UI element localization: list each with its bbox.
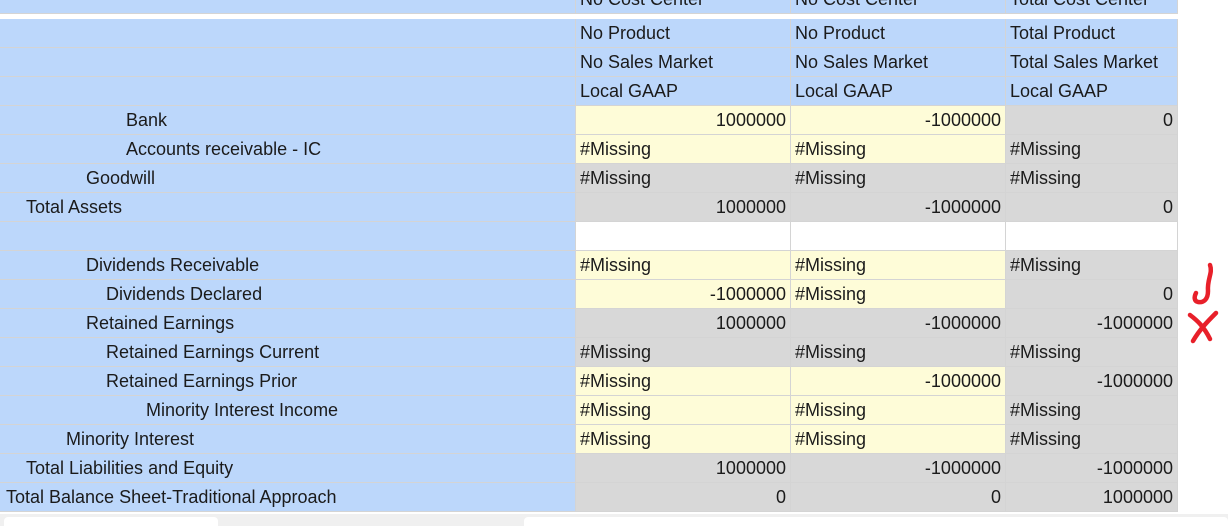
- table-row: Minority Interest Income #Missing #Missi…: [0, 396, 1228, 425]
- value-cell[interactable]: #Missing: [791, 280, 1006, 309]
- value-cell[interactable]: #Missing: [576, 367, 791, 396]
- value-cell[interactable]: 0: [1006, 193, 1178, 222]
- value-cell[interactable]: -1000000: [791, 309, 1006, 338]
- value-cell[interactable]: -1000000: [1006, 367, 1178, 396]
- table-row-empty: [0, 222, 1228, 251]
- header-cell[interactable]: No Sales Market: [791, 48, 1006, 77]
- header-label-cell[interactable]: [0, 77, 576, 106]
- header-cell[interactable]: Total Product: [1006, 19, 1178, 48]
- header-row-sales-market: No Sales Market No Sales Market Total Sa…: [0, 48, 1228, 77]
- header-cell[interactable]: Total Cost Center: [1006, 0, 1178, 14]
- value-cell[interactable]: #Missing: [1006, 251, 1178, 280]
- row-label-retained-earnings-prior[interactable]: Retained Earnings Prior: [0, 367, 576, 396]
- table-row: Total Balance Sheet-Traditional Approach…: [0, 483, 1228, 512]
- row-label-total-balance-sheet[interactable]: Total Balance Sheet-Traditional Approach: [0, 483, 576, 512]
- header-row-gaap: Local GAAP Local GAAP Local GAAP: [0, 77, 1228, 106]
- value-cell[interactable]: -1000000: [1006, 454, 1178, 483]
- value-cell[interactable]: #Missing: [1006, 164, 1178, 193]
- value-cell[interactable]: -1000000: [1006, 309, 1178, 338]
- value-cell[interactable]: #Missing: [791, 164, 1006, 193]
- value-cell[interactable]: 0: [1006, 106, 1178, 135]
- table-row: Total Liabilities and Equity 1000000 -10…: [0, 454, 1228, 483]
- table-row: Accounts receivable - IC #Missing #Missi…: [0, 135, 1228, 164]
- value-cell[interactable]: #Missing: [576, 396, 791, 425]
- row-label-dividends-declared[interactable]: Dividends Declared: [0, 280, 576, 309]
- table-row: Retained Earnings Current #Missing #Miss…: [0, 338, 1228, 367]
- value-cell[interactable]: -1000000: [791, 454, 1006, 483]
- value-cell[interactable]: #Missing: [576, 425, 791, 454]
- row-label-goodwill[interactable]: Goodwill: [0, 164, 576, 193]
- sheet-tab[interactable]: [4, 517, 218, 526]
- cross-icon: [1187, 310, 1219, 344]
- value-cell[interactable]: -1000000: [791, 106, 1006, 135]
- value-cell[interactable]: 1000000: [576, 454, 791, 483]
- table-row: Dividends Declared -1000000 #Missing 0: [0, 280, 1228, 309]
- value-cell[interactable]: #Missing: [1006, 338, 1178, 367]
- header-label-cell[interactable]: [0, 0, 576, 14]
- row-label-total-assets[interactable]: Total Assets: [0, 193, 576, 222]
- value-cell[interactable]: 0: [576, 483, 791, 512]
- header-cell[interactable]: No Product: [791, 19, 1006, 48]
- value-cell[interactable]: -1000000: [791, 193, 1006, 222]
- header-cell[interactable]: No Product: [576, 19, 791, 48]
- header-cell[interactable]: Local GAAP: [576, 77, 791, 106]
- header-label-cell[interactable]: [0, 48, 576, 77]
- table-row: Total Assets 1000000 -1000000 0: [0, 193, 1228, 222]
- row-label-retained-earnings-current[interactable]: Retained Earnings Current: [0, 338, 576, 367]
- table-row: Dividends Receivable #Missing #Missing #…: [0, 251, 1228, 280]
- table-row: Goodwill #Missing #Missing #Missing: [0, 164, 1228, 193]
- annotation-marks: [1187, 262, 1219, 344]
- row-label-bank[interactable]: Bank: [0, 106, 576, 135]
- header-cell[interactable]: No Sales Market: [576, 48, 791, 77]
- row-label-retained-earnings[interactable]: Retained Earnings: [0, 309, 576, 338]
- value-cell[interactable]: #Missing: [576, 251, 791, 280]
- value-cell[interactable]: -1000000: [791, 367, 1006, 396]
- value-cell[interactable]: [791, 222, 1006, 251]
- row-label-total-liabilities-and-equity[interactable]: Total Liabilities and Equity: [0, 454, 576, 483]
- value-cell[interactable]: #Missing: [791, 425, 1006, 454]
- value-cell[interactable]: #Missing: [576, 338, 791, 367]
- table-row: Bank 1000000 -1000000 0: [0, 106, 1228, 135]
- table-row: Retained Earnings Prior #Missing -100000…: [0, 367, 1228, 396]
- row-label-accounts-receivable-ic[interactable]: Accounts receivable - IC: [0, 135, 576, 164]
- value-cell[interactable]: -1000000: [576, 280, 791, 309]
- checkmark-icon: [1192, 262, 1214, 305]
- value-cell[interactable]: #Missing: [791, 135, 1006, 164]
- header-cell[interactable]: Total Sales Market: [1006, 48, 1178, 77]
- value-cell[interactable]: #Missing: [1006, 135, 1178, 164]
- header-row-cost-center: No Cost Center No Cost Center Total Cost…: [0, 0, 1228, 14]
- value-cell[interactable]: [1006, 222, 1178, 251]
- header-label-cell[interactable]: [0, 19, 576, 48]
- header-cell[interactable]: Local GAAP: [1006, 77, 1178, 106]
- header-cell[interactable]: No Cost Center: [791, 0, 1006, 14]
- row-label-empty[interactable]: [0, 222, 576, 251]
- row-label-dividends-receivable[interactable]: Dividends Receivable: [0, 251, 576, 280]
- table-row: Retained Earnings 1000000 -1000000 -1000…: [0, 309, 1228, 338]
- value-cell[interactable]: 1000000: [1006, 483, 1178, 512]
- value-cell[interactable]: 1000000: [576, 106, 791, 135]
- value-cell[interactable]: #Missing: [791, 251, 1006, 280]
- row-label-minority-interest-income[interactable]: Minority Interest Income: [0, 396, 576, 425]
- sheet-tab-bar: [0, 514, 1228, 526]
- value-cell[interactable]: 1000000: [576, 309, 791, 338]
- value-cell[interactable]: #Missing: [791, 396, 1006, 425]
- value-cell[interactable]: 0: [1006, 280, 1178, 309]
- table-row: Minority Interest #Missing #Missing #Mis…: [0, 425, 1228, 454]
- header-cell[interactable]: No Cost Center: [576, 0, 791, 14]
- value-cell[interactable]: 0: [791, 483, 1006, 512]
- value-cell[interactable]: #Missing: [576, 135, 791, 164]
- row-label-minority-interest[interactable]: Minority Interest: [0, 425, 576, 454]
- value-cell[interactable]: #Missing: [1006, 425, 1178, 454]
- value-cell[interactable]: #Missing: [1006, 396, 1178, 425]
- header-cell[interactable]: Local GAAP: [791, 77, 1006, 106]
- horizontal-scrollbar[interactable]: [524, 517, 1228, 526]
- value-cell[interactable]: [576, 222, 791, 251]
- value-cell[interactable]: 1000000: [576, 193, 791, 222]
- header-row-product: No Product No Product Total Product: [0, 19, 1228, 48]
- value-cell[interactable]: #Missing: [791, 338, 1006, 367]
- value-cell[interactable]: #Missing: [576, 164, 791, 193]
